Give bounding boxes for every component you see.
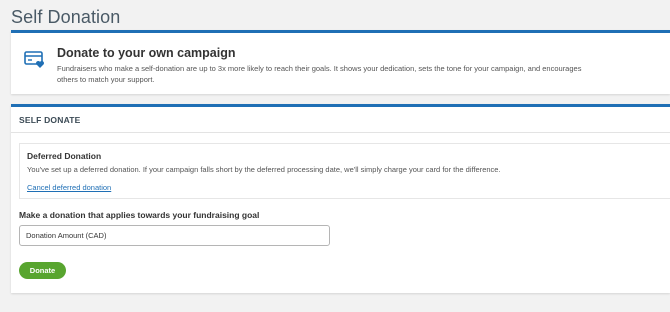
section-header: SELF DONATE: [11, 107, 670, 133]
deferred-donation-text: You've set up a deferred donation. If yo…: [27, 165, 501, 174]
page-title: Self Donation: [11, 7, 121, 27]
self-donate-card: SELF DONATE Deferred Donation You've set…: [11, 104, 670, 293]
deferred-donation-title: Deferred Donation: [27, 151, 102, 161]
cancel-deferred-donation-link[interactable]: Cancel deferred donation: [27, 183, 111, 192]
deferred-donation-box: Deferred Donation You've set up a deferr…: [19, 143, 670, 199]
intro-description: Fundraisers who make a self-donation are…: [57, 64, 582, 84]
donation-amount-input[interactable]: [19, 225, 330, 246]
intro-card: Donate to your own campaign Fundraisers …: [11, 30, 670, 94]
credit-card-heart-icon: [24, 51, 46, 69]
intro-title: Donate to your own campaign: [57, 46, 236, 60]
donate-button[interactable]: Donate: [19, 262, 66, 279]
donation-goal-label: Make a donation that applies towards you…: [19, 210, 260, 220]
